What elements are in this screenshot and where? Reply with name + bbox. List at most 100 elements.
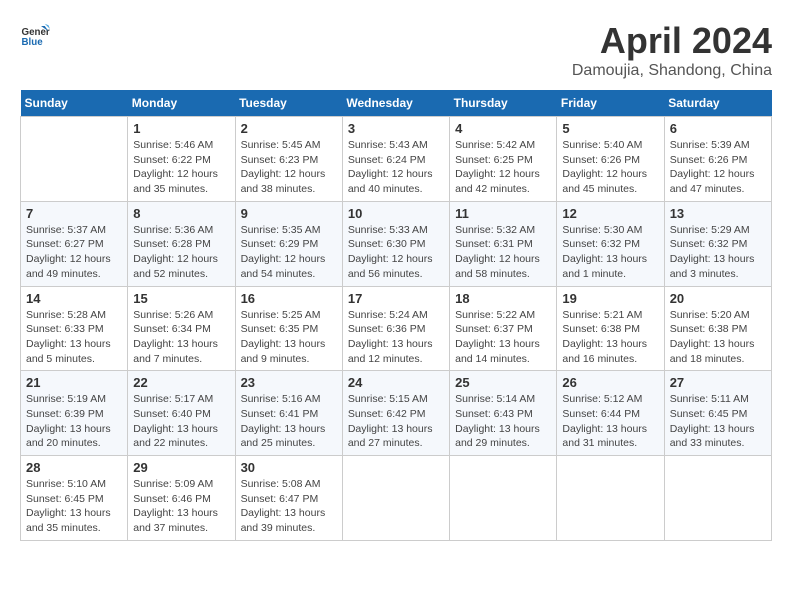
day-number: 6 [670,121,766,136]
calendar-day-cell: 22Sunrise: 5:17 AM Sunset: 6:40 PM Dayli… [128,371,235,456]
day-number: 30 [241,460,337,475]
day-info: Sunrise: 5:32 AM Sunset: 6:31 PM Dayligh… [455,223,551,282]
day-info: Sunrise: 5:08 AM Sunset: 6:47 PM Dayligh… [241,477,337,536]
day-info: Sunrise: 5:09 AM Sunset: 6:46 PM Dayligh… [133,477,229,536]
day-info: Sunrise: 5:25 AM Sunset: 6:35 PM Dayligh… [241,308,337,367]
calendar-day-cell: 9 Sunrise: 5:35 AM Sunset: 6:29 PM Daylig… [235,201,342,286]
day-info: Sunrise: 5:33 AM Sunset: 6:30 PM Dayligh… [348,223,444,282]
title-block: April 2024 Damoujia, Shandong, China [572,20,772,80]
day-info: Sunrise: 5:19 AM Sunset: 6:39 PM Dayligh… [26,392,122,451]
calendar-day-cell [557,456,664,541]
calendar-day-cell: 3 Sunrise: 5:43 AM Sunset: 6:24 PM Daylig… [342,117,449,202]
calendar-day-cell: 4Sunrise: 5:42 AM Sunset: 6:25 PM Daylig… [450,117,557,202]
day-number: 22 [133,375,229,390]
day-info: Sunrise: 5:40 AM Sunset: 6:26 PM Dayligh… [562,138,658,197]
day-info: Sunrise: 5:12 AM Sunset: 6:44 PM Dayligh… [562,392,658,451]
day-info: Sunrise: 5:37 AM Sunset: 6:27 PM Dayligh… [26,223,122,282]
day-number: 25 [455,375,551,390]
calendar-day-cell [450,456,557,541]
day-number: 12 [562,206,658,221]
calendar-week-row: 7 Sunrise: 5:37 AM Sunset: 6:27 PM Daylig… [21,201,772,286]
day-info: Sunrise: 5:24 AM Sunset: 6:36 PM Dayligh… [348,308,444,367]
day-info: Sunrise: 5:14 AM Sunset: 6:43 PM Dayligh… [455,392,551,451]
day-info: Sunrise: 5:20 AM Sunset: 6:38 PM Dayligh… [670,308,766,367]
calendar-day-cell: 2Sunrise: 5:45 AM Sunset: 6:23 PM Daylig… [235,117,342,202]
column-header-sunday: Sunday [21,90,128,117]
day-number: 29 [133,460,229,475]
calendar-week-row: 1 Sunrise: 5:46 AM Sunset: 6:22 PM Daylig… [21,117,772,202]
calendar-table: SundayMondayTuesdayWednesdayThursdayFrid… [20,90,772,541]
day-number: 5 [562,121,658,136]
day-number: 16 [241,291,337,306]
logo: General Blue [20,20,50,50]
calendar-day-cell: 20 Sunrise: 5:20 AM Sunset: 6:38 PM Dayli… [664,286,771,371]
calendar-body: 1 Sunrise: 5:46 AM Sunset: 6:22 PM Daylig… [21,117,772,541]
day-number: 14 [26,291,122,306]
day-number: 2 [241,121,337,136]
calendar-week-row: 21 Sunrise: 5:19 AM Sunset: 6:39 PM Dayli… [21,371,772,456]
column-header-tuesday: Tuesday [235,90,342,117]
calendar-day-cell: 17 Sunrise: 5:24 AM Sunset: 6:36 PM Dayli… [342,286,449,371]
day-info: Sunrise: 5:39 AM Sunset: 6:26 PM Dayligh… [670,138,766,197]
column-header-wednesday: Wednesday [342,90,449,117]
day-number: 4 [455,121,551,136]
day-info: Sunrise: 5:30 AM Sunset: 6:32 PM Dayligh… [562,223,658,282]
column-header-monday: Monday [128,90,235,117]
day-info: Sunrise: 5:36 AM Sunset: 6:28 PM Dayligh… [133,223,229,282]
day-number: 19 [562,291,658,306]
day-number: 8 [133,206,229,221]
day-number: 9 [241,206,337,221]
page-header: General Blue April 2024 Damoujia, Shando… [20,20,772,80]
calendar-day-cell: 8 Sunrise: 5:36 AM Sunset: 6:28 PM Daylig… [128,201,235,286]
calendar-day-cell: 21 Sunrise: 5:19 AM Sunset: 6:39 PM Dayli… [21,371,128,456]
column-header-friday: Friday [557,90,664,117]
day-number: 17 [348,291,444,306]
day-info: Sunrise: 5:28 AM Sunset: 6:33 PM Dayligh… [26,308,122,367]
calendar-day-cell: 30 Sunrise: 5:08 AM Sunset: 6:47 PM Dayli… [235,456,342,541]
day-info: Sunrise: 5:35 AM Sunset: 6:29 PM Dayligh… [241,223,337,282]
svg-text:Blue: Blue [22,37,44,48]
calendar-day-cell: 14 Sunrise: 5:28 AM Sunset: 6:33 PM Dayli… [21,286,128,371]
day-info: Sunrise: 5:10 AM Sunset: 6:45 PM Dayligh… [26,477,122,536]
calendar-day-cell: 5 Sunrise: 5:40 AM Sunset: 6:26 PM Daylig… [557,117,664,202]
calendar-header-row: SundayMondayTuesdayWednesdayThursdayFrid… [21,90,772,117]
calendar-day-cell [342,456,449,541]
calendar-day-cell [664,456,771,541]
day-number: 1 [133,121,229,136]
day-number: 13 [670,206,766,221]
calendar-day-cell: 26 Sunrise: 5:12 AM Sunset: 6:44 PM Dayli… [557,371,664,456]
day-number: 15 [133,291,229,306]
calendar-day-cell: 16 Sunrise: 5:25 AM Sunset: 6:35 PM Dayli… [235,286,342,371]
month-title: April 2024 [572,20,772,62]
calendar-day-cell: 24 Sunrise: 5:15 AM Sunset: 6:42 PM Dayli… [342,371,449,456]
calendar-day-cell: 19 Sunrise: 5:21 AM Sunset: 6:38 PM Dayli… [557,286,664,371]
calendar-day-cell: 7 Sunrise: 5:37 AM Sunset: 6:27 PM Daylig… [21,201,128,286]
day-number: 24 [348,375,444,390]
day-info: Sunrise: 5:15 AM Sunset: 6:42 PM Dayligh… [348,392,444,451]
day-number: 20 [670,291,766,306]
day-info: Sunrise: 5:43 AM Sunset: 6:24 PM Dayligh… [348,138,444,197]
day-info: Sunrise: 5:11 AM Sunset: 6:45 PM Dayligh… [670,392,766,451]
day-number: 3 [348,121,444,136]
day-info: Sunrise: 5:26 AM Sunset: 6:34 PM Dayligh… [133,308,229,367]
calendar-week-row: 14 Sunrise: 5:28 AM Sunset: 6:33 PM Dayli… [21,286,772,371]
calendar-day-cell: 25 Sunrise: 5:14 AM Sunset: 6:43 PM Dayli… [450,371,557,456]
day-number: 26 [562,375,658,390]
calendar-day-cell: 18Sunrise: 5:22 AM Sunset: 6:37 PM Dayli… [450,286,557,371]
day-number: 27 [670,375,766,390]
calendar-day-cell: 15 Sunrise: 5:26 AM Sunset: 6:34 PM Dayli… [128,286,235,371]
logo-icon: General Blue [20,20,50,50]
day-number: 7 [26,206,122,221]
day-number: 18 [455,291,551,306]
calendar-day-cell: 1 Sunrise: 5:46 AM Sunset: 6:22 PM Daylig… [128,117,235,202]
day-number: 10 [348,206,444,221]
day-info: Sunrise: 5:21 AM Sunset: 6:38 PM Dayligh… [562,308,658,367]
calendar-day-cell: 10 Sunrise: 5:33 AM Sunset: 6:30 PM Dayli… [342,201,449,286]
calendar-week-row: 28Sunrise: 5:10 AM Sunset: 6:45 PM Dayli… [21,456,772,541]
day-info: Sunrise: 5:16 AM Sunset: 6:41 PM Dayligh… [241,392,337,451]
calendar-day-cell: 28Sunrise: 5:10 AM Sunset: 6:45 PM Dayli… [21,456,128,541]
day-number: 21 [26,375,122,390]
calendar-day-cell: 6 Sunrise: 5:39 AM Sunset: 6:26 PM Daylig… [664,117,771,202]
day-info: Sunrise: 5:46 AM Sunset: 6:22 PM Dayligh… [133,138,229,197]
calendar-day-cell: 12 Sunrise: 5:30 AM Sunset: 6:32 PM Dayli… [557,201,664,286]
